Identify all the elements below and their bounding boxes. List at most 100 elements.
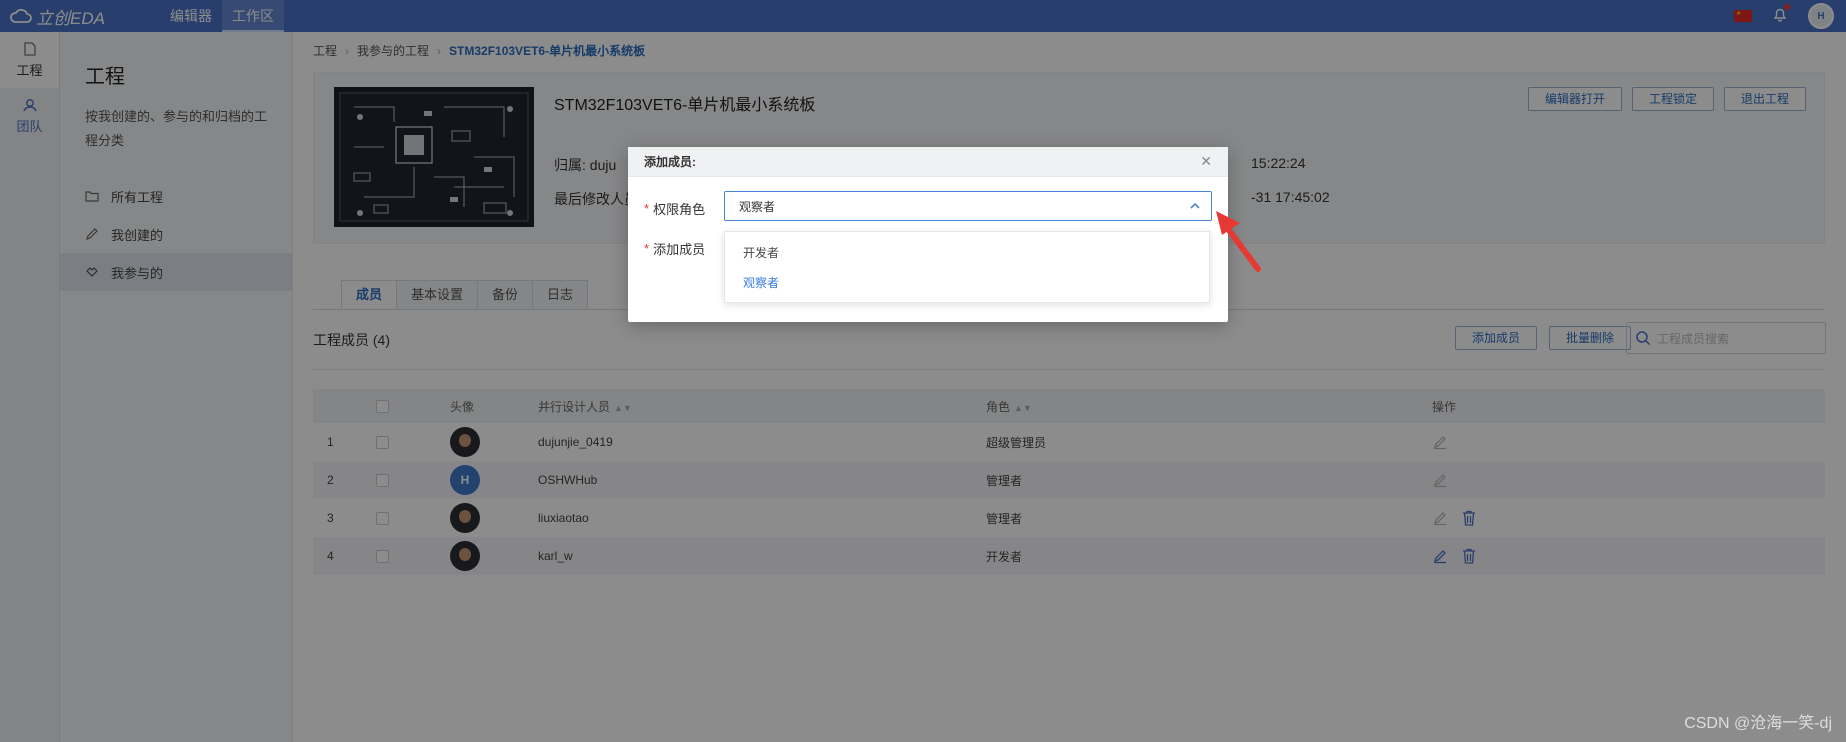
row-checkbox[interactable] — [376, 435, 389, 449]
edit-icon[interactable] — [1432, 472, 1448, 488]
member-role: 管理者 — [986, 473, 1023, 488]
project-tabs: 成员 基本设置 备份 日志 — [341, 280, 589, 310]
table-row: 4 karl_w 开发者 — [313, 537, 1825, 575]
members-count-title: 工程成员 (4) — [313, 332, 390, 348]
avatar — [450, 427, 480, 457]
avatar — [450, 503, 480, 533]
table-row: 3 liuxiaotao 管理者 — [313, 499, 1825, 537]
rail-label: 工程 — [16, 63, 43, 78]
col-designer[interactable]: 并行设计人员 ▲▼ — [538, 398, 986, 415]
watermark: CSDN @沧海一笑-dj — [1684, 715, 1832, 732]
breadcrumb: 工程 › 我参与的工程 › STM32F103VET6-单片机最小系统板 — [313, 42, 645, 59]
member-name: liuxiaotao — [538, 511, 589, 525]
open-in-editor-button[interactable]: 编辑器打开 — [1527, 87, 1622, 111]
breadcrumb-projects[interactable]: 工程 — [313, 42, 337, 59]
avatar: H — [450, 465, 480, 495]
edit-icon[interactable] — [1432, 434, 1448, 450]
lock-project-button[interactable]: 工程锁定 — [1631, 87, 1714, 111]
nav-editor[interactable]: 编辑器 — [160, 0, 222, 32]
member-role: 管理者 — [986, 511, 1023, 526]
project-title: STM32F103VET6-单片机最小系统板 — [554, 97, 816, 114]
table-header: 头像 并行设计人员 ▲▼ 角色 ▲▼ 操作 — [313, 389, 1825, 423]
sidebar-item-label: 所有工程 — [111, 189, 164, 205]
created-time: 15:22:24 — [1251, 155, 1306, 171]
trash-icon[interactable] — [1462, 548, 1476, 564]
tab-settings[interactable]: 基本设置 — [396, 280, 479, 310]
nav-workspace[interactable]: 工作区 — [222, 0, 284, 32]
batch-delete-button[interactable]: 批量删除 — [1548, 326, 1631, 350]
breadcrumb-participated[interactable]: 我参与的工程 — [357, 42, 429, 59]
member-role: 超级管理员 — [986, 435, 1047, 450]
project-sidebar: 工程 按我创建的、参与的和归档的工程分类 所有工程 我创建的 我参与的 — [60, 32, 293, 742]
table-row: 2 H OSHWHub 管理者 — [313, 461, 1825, 499]
add-member-dialog: 添加成员: ✕ * 权限角色 观察者 * 添加成员 开发者 观察者 — [628, 147, 1228, 322]
sidebar-item-created[interactable]: 我创建的 — [60, 215, 292, 253]
role-option-developer[interactable]: 开发者 — [725, 238, 1209, 268]
sort-icon[interactable]: ▲▼ — [614, 403, 632, 413]
rail-item-project[interactable]: 工程 — [0, 32, 59, 88]
language-flag-icon[interactable] — [1734, 10, 1752, 22]
sort-icon[interactable]: ▲▼ — [1014, 403, 1032, 413]
edit-icon[interactable] — [1432, 548, 1448, 564]
chevron-up-icon — [1190, 202, 1200, 209]
main-content: 工程 › 我参与的工程 › STM32F103VET6-单片机最小系统板 STM… — [293, 32, 1846, 742]
team-icon — [22, 99, 37, 112]
left-rail: 工程 团队 — [0, 32, 60, 742]
cloud-logo-icon — [10, 8, 32, 23]
folder-icon — [85, 191, 99, 202]
row-checkbox[interactable] — [376, 549, 389, 563]
pencil-icon — [86, 228, 98, 240]
row-index: 3 — [327, 511, 334, 525]
role-select[interactable]: 观察者 — [724, 191, 1212, 221]
tab-members[interactable]: 成员 — [341, 280, 398, 310]
member-name: dujunjie_0419 — [538, 435, 613, 449]
table-row: 1 dujunjie_0419 超级管理员 — [313, 423, 1825, 461]
member-search-input[interactable]: 工程成员搜索 — [1626, 322, 1826, 354]
logo-text: 立创EDA — [36, 8, 105, 28]
role-select-value: 观察者 — [739, 199, 776, 214]
member-name: karl_w — [538, 549, 573, 563]
section-divider — [313, 369, 1825, 370]
search-icon — [1636, 331, 1651, 346]
app-logo[interactable]: 立创EDA — [0, 4, 160, 29]
role-option-observer[interactable]: 观察者 — [725, 268, 1209, 298]
members-table: 头像 并行设计人员 ▲▼ 角色 ▲▼ 操作 1 dujunjie_0419 超级管理… — [313, 389, 1825, 575]
top-bar: 立创EDA 编辑器 工作区 H — [0, 0, 1846, 32]
project-owner: 归属: duju — [554, 155, 616, 175]
handshake-icon — [86, 267, 98, 277]
notification-bell-icon[interactable] — [1772, 3, 1790, 27]
add-member-button[interactable]: 添加成员 — [1454, 326, 1537, 350]
owner-label: 归属: — [554, 157, 586, 173]
role-field-label: * 权限角色 — [644, 201, 706, 217]
col-ops: 操作 — [1432, 399, 1457, 414]
row-checkbox[interactable] — [376, 511, 389, 525]
member-name: OSHWHub — [538, 473, 598, 487]
sidebar-item-participated[interactable]: 我参与的 — [60, 253, 292, 291]
annotation-arrow — [1210, 205, 1270, 280]
user-avatar-icon[interactable]: H — [1808, 3, 1834, 29]
row-index: 1 — [327, 435, 334, 449]
owner-value: duju — [589, 157, 617, 173]
trash-icon[interactable] — [1462, 510, 1476, 526]
file-icon — [23, 42, 36, 56]
search-placeholder: 工程成员搜索 — [1657, 331, 1730, 346]
close-icon[interactable]: ✕ — [1200, 153, 1212, 170]
edit-icon[interactable] — [1432, 510, 1448, 526]
col-role[interactable]: 角色 ▲▼ — [986, 398, 1432, 415]
dialog-title: 添加成员: — [628, 147, 1228, 177]
exit-project-button[interactable]: 退出工程 — [1723, 87, 1806, 111]
rail-item-team[interactable]: 团队 — [0, 88, 59, 144]
rail-label: 团队 — [16, 119, 43, 134]
sidebar-item-all-projects[interactable]: 所有工程 — [60, 177, 292, 215]
role-dropdown: 开发者 观察者 — [724, 231, 1210, 303]
avatar — [450, 541, 480, 571]
row-index: 2 — [327, 473, 334, 487]
member-field-label: * 添加成员 — [644, 241, 706, 257]
tab-backup[interactable]: 备份 — [477, 280, 534, 310]
sidebar-item-label: 我创建的 — [111, 227, 164, 243]
row-checkbox[interactable] — [376, 473, 389, 487]
select-all-checkbox[interactable] — [376, 399, 389, 413]
tab-log[interactable]: 日志 — [532, 280, 589, 310]
sidebar-description: 按我创建的、参与的和归档的工程分类 — [85, 109, 268, 148]
row-index: 4 — [327, 549, 334, 563]
